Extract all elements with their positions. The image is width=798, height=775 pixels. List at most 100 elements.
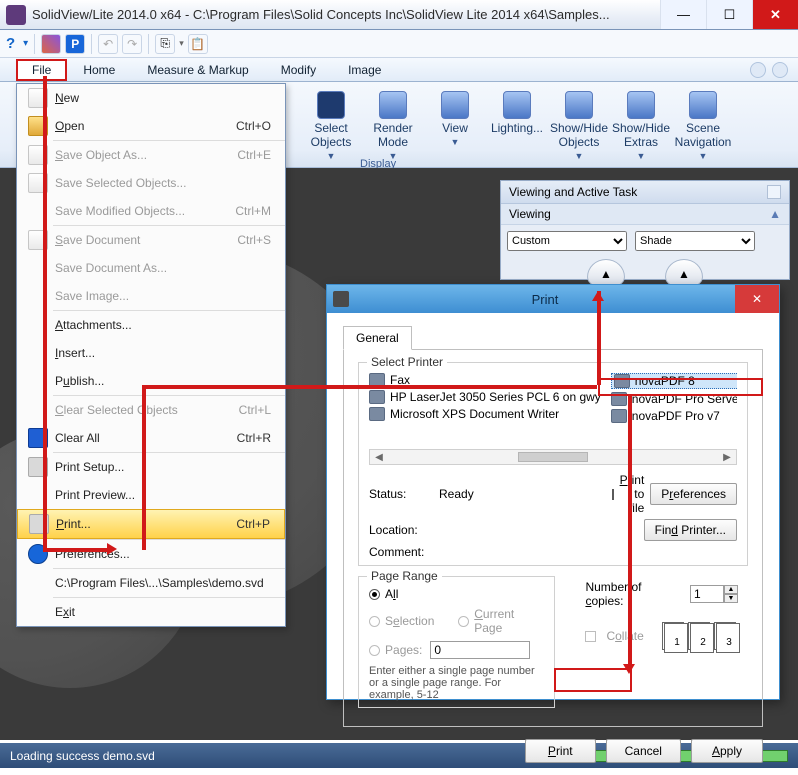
help-icon[interactable]: ? [6,35,15,52]
pages-input[interactable] [430,641,530,659]
ribbon-label: Select Objects [303,121,359,149]
help-ribbon-icon[interactable] [772,62,788,78]
ribbon-select-objects[interactable]: Select Objects▼ [300,86,362,167]
menu-item-shortcut: Ctrl+O [236,119,277,133]
printer-item[interactable]: novaPDF 8 [611,373,737,389]
menu-measure[interactable]: Measure & Markup [131,59,264,81]
apply-button[interactable]: Apply [691,739,763,763]
file-menu-item[interactable]: Clear AllCtrl+R [17,424,285,452]
ribbon-view[interactable]: View▼ [424,86,486,167]
file-menu-item: Save DocumentCtrl+S [17,226,285,254]
menu-modify[interactable]: Modify [265,59,332,81]
select-printer-legend: Select Printer [367,355,447,369]
ribbon-lighting-[interactable]: Lighting... [486,86,548,167]
printer-item[interactable]: Microsoft XPS Document Writer [369,407,601,421]
file-menu-item[interactable]: New [17,84,285,112]
qa-icon-2[interactable]: P [65,34,85,54]
file-menu-item: Save Selected Objects... [17,169,285,197]
menu-item-label: Clear Selected Objects [55,403,239,417]
tab-general[interactable]: General [343,326,412,350]
ribbon-label: Render Mode [365,121,421,149]
collate-icon: 1 2 3 [662,622,736,650]
collate-label: Collate [606,629,643,643]
ribbon-icon [317,91,345,119]
collapse-icon[interactable]: ▲ [769,207,781,221]
cancel-button[interactable]: Cancel [606,739,681,763]
file-menu-item[interactable]: Preferences... [17,540,285,568]
collapse-ribbon-icon[interactable] [750,62,766,78]
spin-up[interactable]: ▲ [724,585,738,594]
caret-icon: ▼ [699,151,708,161]
qa-icon-6[interactable]: 📋 [188,34,208,54]
radio-all[interactable]: All [369,587,544,601]
print-dialog-titlebar: Print ✕ [327,285,779,313]
printer-icon [29,514,49,534]
printer-icon [611,409,627,423]
file-menu-item[interactable]: Insert... [17,339,285,367]
copies-spinner[interactable]: ▲▼ [690,585,738,603]
menu-item-label: Clear All [55,431,237,445]
radio-current-page: Current Page [458,607,544,635]
menu-item-label: Print Setup... [55,460,277,474]
file-menu-item[interactable]: Attachments... [17,311,285,339]
clearall-icon [28,428,48,448]
menu-home[interactable]: Home [67,59,131,81]
view-preset-select[interactable]: Custom [507,231,627,251]
file-menu-item[interactable]: Print Preview... [17,481,285,509]
select-printer-group: Select Printer FaxHP LaserJet 3050 Serie… [358,362,748,566]
ribbon-render-mode[interactable]: Render Mode▼ [362,86,424,167]
file-menu-item[interactable]: Exit [17,598,285,626]
undo-icon[interactable]: ↶ [98,34,118,54]
print-button[interactable]: Print [525,739,596,763]
menu-item-shortcut: Ctrl+M [235,204,277,218]
menu-item-label: Save Object As... [55,148,237,162]
menu-item-label: New [55,91,277,105]
file-menu-item[interactable]: C:\Program Files\...\Samples\demo.svd [17,569,285,597]
printer-item[interactable]: Fax [369,373,601,387]
find-printer-button[interactable]: Find Printer... [644,519,737,541]
ribbon-show-hide-objects[interactable]: Show/Hide Objects▼ [548,86,610,167]
qa-icon-1[interactable] [41,34,61,54]
pref-icon [28,544,48,564]
close-button[interactable]: ✕ [752,0,798,29]
file-menu-item[interactable]: Publish... [17,367,285,395]
menu-file[interactable]: File [16,59,67,81]
ribbon-label: Show/Hide Objects [550,121,608,149]
file-menu-item[interactable]: OpenCtrl+O [17,112,285,140]
spin-down[interactable]: ▼ [724,594,738,603]
printer-item[interactable]: HP LaserJet 3050 Series PCL 6 on gwy [369,390,601,404]
print-dialog-close-button[interactable]: ✕ [735,285,779,313]
menu-item-shortcut: Ctrl+E [237,148,277,162]
menu-item-label: Print Preview... [55,488,277,502]
ribbon-icon [441,91,469,119]
quick-access-toolbar: ?▾ P ↶ ↷ ⎘▾ 📋 [0,30,798,58]
copy-icon[interactable]: ⎘ [155,34,175,54]
file-menu-item[interactable]: Print...Ctrl+P [17,509,285,539]
ribbon-scene-navigation[interactable]: Scene Navigation▼ [672,86,734,167]
ribbon-show-hide-extras[interactable]: Show/Hide Extras▼ [610,86,672,167]
menu-image[interactable]: Image [332,59,397,81]
comment-label: Comment: [369,545,439,559]
pin-icon[interactable] [767,185,781,199]
redo-icon[interactable]: ↷ [122,34,142,54]
file-menu-item[interactable]: Print Setup... [17,453,285,481]
printer-icon [369,407,385,421]
file-menu-item: Save Image... [17,282,285,310]
printer-list[interactable]: Fax HP LaserJet 3050 Series PCL 6 on gwy M… [369,373,737,445]
copies-input[interactable] [690,585,724,603]
printer-item[interactable]: novaPDF Pro v7 [611,409,737,423]
printer-item[interactable]: novaPDF Pro Server v7 [611,392,737,406]
print-to-file-checkbox[interactable] [612,489,614,500]
printer-icon [333,291,349,307]
printer-list-scrollbar[interactable]: ◀▶ [369,449,737,465]
window-title: SolidView/Lite 2014.0 x64 - C:\Program F… [32,7,610,22]
preferences-button[interactable]: Preferences [650,483,737,505]
ribbon-icon [379,91,407,119]
app-icon [6,5,26,25]
render-mode-select[interactable]: Shade [635,231,755,251]
maximize-button[interactable]: ☐ [706,0,752,29]
ribbon-icon [565,91,593,119]
menu-item-label: Save Selected Objects... [55,176,277,190]
ribbon-label: Lighting... [491,121,543,135]
minimize-button[interactable]: — [660,0,706,29]
